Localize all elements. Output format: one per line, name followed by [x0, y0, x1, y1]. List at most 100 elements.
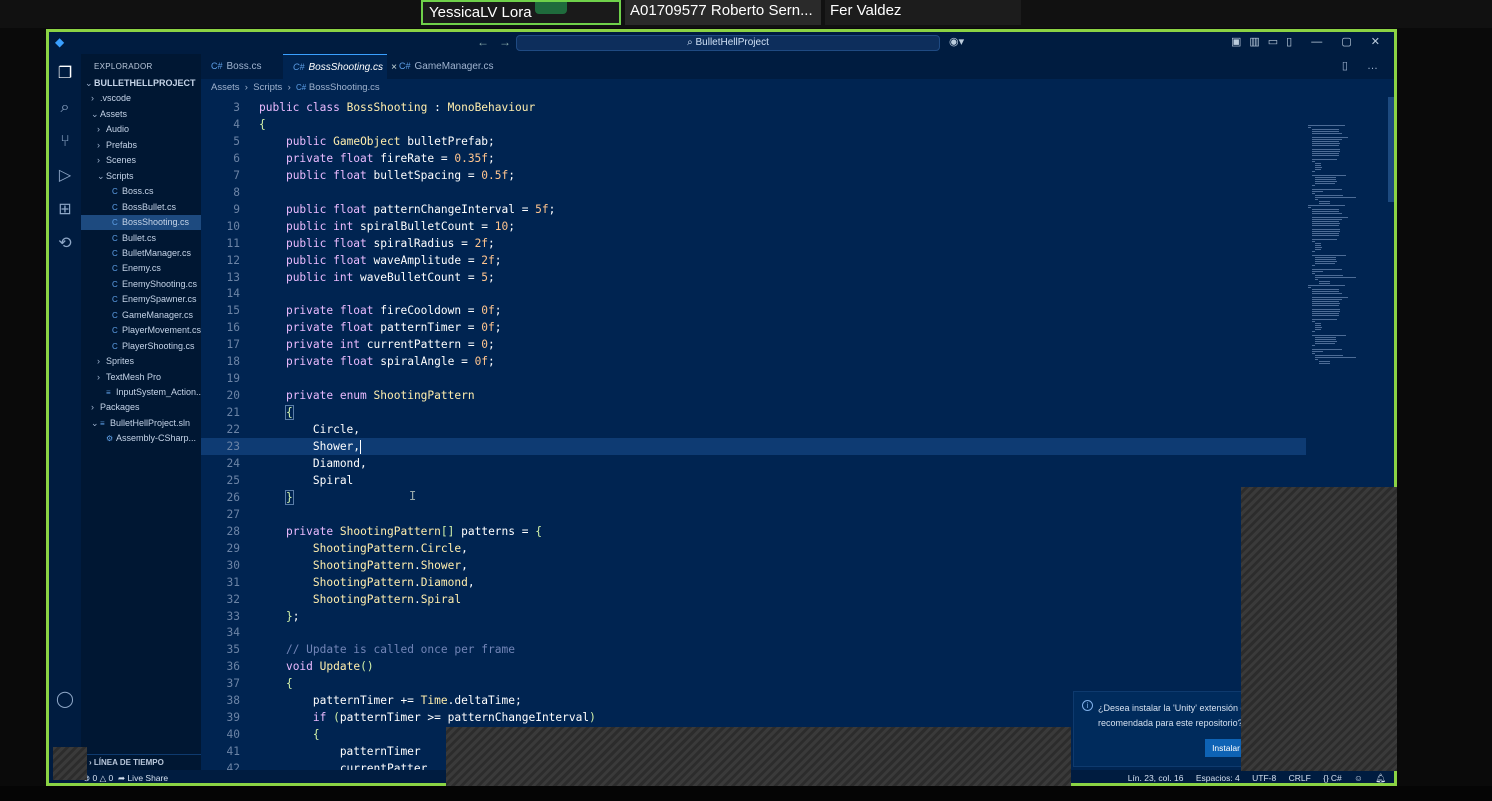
code-line[interactable]: 26 } [201, 489, 1306, 506]
breadcrumb-item[interactable]: Scripts [253, 82, 282, 93]
code-line[interactable]: 23 Shower, [201, 438, 1306, 455]
folder-item[interactable]: › Sprites [81, 354, 201, 369]
file-item[interactable]: C PlayerShooting.cs [81, 339, 201, 354]
participant-tile[interactable]: YessicaLV Lora [421, 0, 621, 25]
code-line[interactable]: 21 { [201, 404, 1306, 421]
file-item[interactable]: C Boss.cs [81, 184, 201, 199]
code-line[interactable]: 33 }; [201, 608, 1306, 625]
file-item[interactable]: C EnemyShooting.cs [81, 277, 201, 292]
file-item[interactable]: C Bullet.cs [81, 231, 201, 246]
file-item[interactable]: C PlayerMovement.cs [81, 323, 201, 338]
scrollbar-thumb[interactable] [1388, 97, 1394, 202]
csharp-file-icon: C [112, 310, 118, 320]
window-controls[interactable]: ▣▥▭▯ — ▢ ✕ [1231, 35, 1388, 48]
nav-arrows[interactable]: ←→ [477, 35, 521, 49]
file-item[interactable]: C EnemySpawner.cs [81, 292, 201, 307]
indentation[interactable]: Espacios: 4 [1196, 773, 1240, 783]
error-count[interactable]: 0 [92, 773, 97, 783]
run-debug-icon[interactable]: ▷ [55, 166, 75, 186]
code-line[interactable]: 31 ShootingPattern.Diamond, [201, 574, 1306, 591]
participant-tile[interactable]: Fer Valdez [825, 0, 1021, 25]
code-line[interactable]: 13 public int waveBulletCount = 5; [201, 269, 1306, 286]
code-line[interactable]: 36 void Update() [201, 658, 1306, 675]
remote-explorer-icon[interactable]: ⟲ [55, 234, 75, 254]
code-line[interactable]: 28 private ShootingPattern[] patterns = … [201, 523, 1306, 540]
file-item[interactable]: C BossBullet.cs [81, 200, 201, 215]
file-item[interactable]: C BulletManager.cs [81, 246, 201, 261]
file-item[interactable]: ≡ InputSystem_Action... [81, 385, 201, 400]
code-line[interactable]: 15 private float fireCooldown = 0f; [201, 302, 1306, 319]
tab-boss[interactable]: C# Boss.cs [201, 54, 281, 79]
participant-tile[interactable]: A01709577 Roberto Sern... [625, 0, 821, 25]
warning-count[interactable]: 0 [109, 773, 114, 783]
folder-item[interactable]: › TextMesh Pro [81, 370, 201, 385]
cursor-position[interactable]: Lín. 23, col. 16 [1128, 773, 1184, 783]
copilot-status-icon[interactable]: ☺ [1354, 773, 1363, 783]
folder-item[interactable]: › Scenes [81, 153, 201, 168]
account-icon[interactable]: ◯ [55, 690, 75, 710]
code-line[interactable]: 9 public float patternChangeInterval = 5… [201, 201, 1306, 218]
code-line[interactable]: 20 private enum ShootingPattern [201, 387, 1306, 404]
source-control-icon[interactable]: ⑂ [55, 132, 75, 152]
title-bar: ◆ ←→ ⌕ BulletHellProject ◉▾ ▣▥▭▯ — ▢ ✕ [49, 32, 1394, 54]
folder-item[interactable]: › Packages [81, 400, 201, 415]
command-center-search[interactable]: ⌕ BulletHellProject [516, 35, 940, 51]
code-line[interactable]: 25 Spiral [201, 472, 1306, 489]
tab-bossshooting[interactable]: C# BossShooting.cs × [283, 54, 397, 79]
file-item[interactable]: ⚙ Assembly-CSharp... [81, 431, 201, 446]
folder-item[interactable]: ⌄Scripts [81, 169, 201, 184]
live-share-label[interactable]: Live Share [127, 773, 168, 783]
breadcrumb-item[interactable]: BossShooting.cs [309, 82, 380, 93]
code-line[interactable]: 6 private float fireRate = 0.35f; [201, 150, 1306, 167]
code-line[interactable]: 12 public float waveAmplitude = 2f; [201, 252, 1306, 269]
file-item[interactable]: C BossShooting.cs [81, 215, 201, 231]
extensions-icon[interactable]: ⊞ [55, 200, 75, 220]
code-line[interactable]: 35 // Update is called once per frame [201, 641, 1306, 658]
code-line[interactable]: 17 private int currentPattern = 0; [201, 336, 1306, 353]
code-line[interactable]: 32 ShootingPattern.Spiral [201, 591, 1306, 608]
code-line[interactable]: 3 public class BossShooting : MonoBehavio… [201, 99, 1306, 116]
code-line[interactable]: 10 public int spiralBulletCount = 10; [201, 218, 1306, 235]
folder-item[interactable]: › Audio [81, 122, 201, 137]
warning-icon[interactable]: △ [100, 773, 109, 783]
line-endings[interactable]: CRLF [1289, 773, 1311, 783]
code-line[interactable]: 22 Circle, [201, 421, 1306, 438]
braces-icon[interactable]: {} [1323, 773, 1329, 783]
code-line[interactable]: 30 ShootingPattern.Shower, [201, 557, 1306, 574]
minimap-line [1315, 323, 1322, 324]
folder-item[interactable]: ⌄Assets [81, 107, 201, 122]
file-item[interactable]: ⌄≡ BulletHellProject.sln [81, 416, 201, 431]
language-mode[interactable]: C# [1331, 773, 1342, 783]
meeting-participants-strip: YessicaLV Lora A01709577 Roberto Sern...… [0, 0, 1492, 28]
encoding[interactable]: UTF-8 [1252, 773, 1276, 783]
code-line[interactable]: 24 Diamond, [201, 455, 1306, 472]
tab-gamemanager[interactable]: C# GameManager.cs [389, 54, 507, 79]
search-icon[interactable]: ⌕ [55, 98, 75, 118]
code-line[interactable]: 29 ShootingPattern.Circle, [201, 540, 1306, 557]
file-item[interactable]: C Enemy.cs [81, 261, 201, 276]
code-line[interactable]: 7 public float bulletSpacing = 0.5f; [201, 167, 1306, 184]
code-line[interactable]: 37 { [201, 675, 1306, 692]
copilot-icon[interactable]: ◉▾ [949, 35, 964, 48]
code-line[interactable]: 14 [201, 285, 1306, 302]
breadcrumb-item[interactable]: Assets [211, 82, 240, 93]
explorer-icon[interactable]: ❐ [55, 64, 75, 84]
vscode-logo-icon: ◆ [55, 35, 65, 49]
code-line[interactable]: 11 public float spiralRadius = 2f; [201, 235, 1306, 252]
folder-item[interactable]: › Prefabs [81, 138, 201, 153]
code-editor[interactable]: 3 public class BossShooting : MonoBehavio… [201, 97, 1306, 775]
code-line[interactable]: 34 [201, 624, 1306, 641]
code-line[interactable]: 18 private float spiralAngle = 0f; [201, 353, 1306, 370]
folder-item[interactable]: › .vscode [81, 91, 201, 106]
code-line[interactable]: 8 [201, 184, 1306, 201]
folder-item[interactable]: ⌄BULLETHELLPROJECT [81, 76, 201, 91]
editor-actions[interactable]: ▯ … [1342, 59, 1386, 72]
file-item[interactable]: C GameManager.cs [81, 308, 201, 323]
code-line[interactable]: 16 private float patternTimer = 0f; [201, 319, 1306, 336]
code-line[interactable]: 19 [201, 370, 1306, 387]
timeline-section[interactable]: › LÍNEA DE TIEMPO [81, 754, 201, 770]
code-line[interactable]: 4{ [201, 116, 1306, 133]
notifications-icon[interactable]: 🔔︎ [1375, 773, 1386, 783]
code-line[interactable]: 5 public GameObject bulletPrefab; [201, 133, 1306, 150]
code-line[interactable]: 27 [201, 506, 1306, 523]
